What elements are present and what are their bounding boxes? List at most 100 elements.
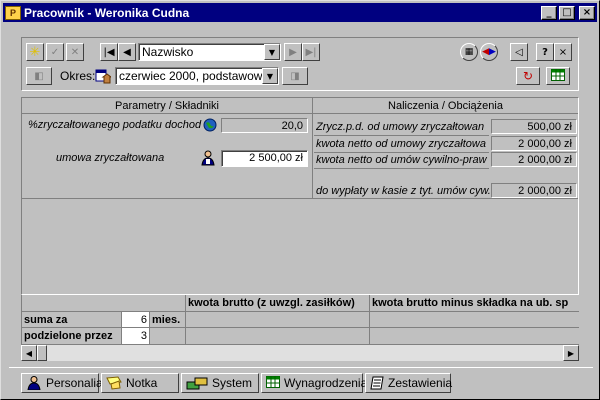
tab-label: Personalia xyxy=(46,376,103,390)
summary-grid: kwota brutto (z uwzgl. zasiłków) kwota b… xyxy=(21,295,579,345)
tax-percent-value: 20,0 xyxy=(221,118,308,133)
grid-divisor-input[interactable]: 3 xyxy=(122,328,150,345)
app-icon[interactable]: P xyxy=(5,5,21,20)
grid-cell[interactable] xyxy=(186,312,370,328)
tab-notka[interactable]: Notka xyxy=(101,373,179,393)
help-button[interactable]: ? xyxy=(536,43,554,61)
period-next-button[interactable]: ◨ xyxy=(282,67,308,85)
last-record-button[interactable]: ▶| xyxy=(302,43,320,61)
tab-label: System xyxy=(212,376,253,390)
navigate-arrows-icon: ◀ xyxy=(482,47,489,57)
ok-button[interactable]: ✓ xyxy=(46,43,64,61)
refresh-icon: ↻ xyxy=(522,69,534,83)
toolbar: ✳ ✓ ✕ |◀ ◀ Nazwisko ▼ ▶ ▶| ▦ ◀ ▶ ◁ ? × ◧… xyxy=(21,37,579,91)
sort-field-value: Nazwisko xyxy=(142,45,194,59)
report-icon xyxy=(370,376,384,390)
tab-personalia[interactable]: Personalia xyxy=(21,373,103,393)
calendar-icon: ▦ xyxy=(464,47,474,57)
first-record-button[interactable]: |◀ xyxy=(100,43,118,61)
navigate-button[interactable]: ◀ ▶ xyxy=(480,43,498,61)
period-next-icon: ◨ xyxy=(290,70,300,82)
grid-row-divide-label: podzielone przez xyxy=(22,328,122,345)
period-prev-button[interactable]: ◧ xyxy=(26,67,52,85)
person-icon xyxy=(26,376,42,391)
left-panel-header: Parametry / Składniki xyxy=(22,98,312,114)
maximize-button[interactable]: □ xyxy=(559,5,575,20)
last-record-icon: ▶| xyxy=(305,46,317,58)
grid-corner xyxy=(22,295,186,312)
tab-label: Wynagrodzenia xyxy=(284,376,368,390)
spreadsheet-button[interactable] xyxy=(546,67,570,85)
next-record-icon: ▶ xyxy=(289,46,297,58)
tab-system[interactable]: System xyxy=(181,373,259,393)
contract-amount-input[interactable]: 2 500,00 zł xyxy=(221,150,308,167)
spreadsheet-icon xyxy=(551,68,565,84)
grid-cell[interactable] xyxy=(370,328,579,345)
period-value: czerwiec 2000, podstawowy xyxy=(119,69,262,83)
star-icon: ✳ xyxy=(29,44,41,60)
grid-cell[interactable] xyxy=(186,328,370,345)
cash-payout-value: 2 000,00 zł xyxy=(491,183,577,198)
minimize-button[interactable]: _ xyxy=(541,5,557,20)
grid-cell[interactable] xyxy=(370,312,579,328)
x-icon: ✕ xyxy=(70,46,80,58)
note-icon xyxy=(106,376,122,390)
grid-divisor-unit xyxy=(150,328,186,345)
scroll-left-icon[interactable]: ◀ xyxy=(21,345,37,361)
main-window: P Pracownik - Weronika Cudna _ □ × ✳ ✓ ✕… xyxy=(0,0,600,400)
grid-row-sum-label: suma za xyxy=(22,312,122,328)
cancel-button[interactable]: ✕ xyxy=(66,43,84,61)
checkmark-icon: ✓ xyxy=(50,46,60,58)
cash-payout-label: do wypłaty w kasie z tyt. umów cyw. xyxy=(316,185,491,197)
grid-col1-header[interactable]: kwota brutto (z uwzgl. zasiłków) xyxy=(186,295,370,312)
tax-contract-value: 500,00 zł xyxy=(491,119,577,134)
contract-label: umowa zryczałtowana xyxy=(56,152,165,164)
scroll-thumb[interactable] xyxy=(37,345,47,361)
tab-zestawienia[interactable]: Zestawienia xyxy=(365,373,453,393)
globe-icon[interactable] xyxy=(203,118,217,132)
chevron-down-icon[interactable]: ▼ xyxy=(264,44,280,60)
refresh-button[interactable]: ↻ xyxy=(516,67,540,85)
tax-contract-label: Zrycz.p.d. od umowy zryczałtowan xyxy=(316,121,485,133)
person-icon[interactable] xyxy=(200,150,216,166)
next-record-button[interactable]: ▶ xyxy=(284,43,302,61)
back-arrow-icon: ◁ xyxy=(515,46,523,58)
grid-months-unit: mies. xyxy=(150,312,186,328)
grid-col2-header[interactable]: kwota brutto minus składka na ub. sp xyxy=(370,295,579,312)
net-civil-value: 2 000,00 zł xyxy=(491,152,577,167)
window-title: Pracownik - Weronika Cudna xyxy=(24,5,190,20)
help-icon: ? xyxy=(542,46,548,58)
horizontal-scrollbar[interactable]: ◀ ▶ xyxy=(21,345,579,361)
net-civil-label: kwota netto od umów cywilno-praw xyxy=(316,154,487,166)
title-bar[interactable]: P Pracownik - Weronika Cudna _ □ × xyxy=(3,3,597,22)
net-contract-label: kwota netto od umowy zryczałtowa xyxy=(316,138,486,150)
calendar-button[interactable]: ▦ xyxy=(460,43,478,61)
scroll-right-icon[interactable]: ▶ xyxy=(563,345,579,361)
new-record-button[interactable]: ✳ xyxy=(26,43,44,61)
prev-record-button[interactable]: ◀ xyxy=(118,43,136,61)
payroll-icon xyxy=(266,376,280,390)
sort-field-select[interactable]: Nazwisko ▼ xyxy=(138,43,281,61)
prev-record-icon: ◀ xyxy=(123,46,131,58)
close-icon: × xyxy=(558,46,568,58)
tab-wynagrodzenia[interactable]: Wynagrodzenia xyxy=(261,373,367,393)
close-button[interactable]: × xyxy=(579,5,595,20)
tab-label: Notka xyxy=(126,376,158,390)
system-icon xyxy=(186,376,208,390)
right-panel-header: Naliczenia / Obciążenia xyxy=(313,98,578,114)
toolbar-close-button[interactable]: × xyxy=(554,43,572,61)
period-prev-icon: ◧ xyxy=(34,70,44,82)
tax-percent-label: %zryczałtowanego podatku dochod xyxy=(28,119,202,131)
tab-bar: Personalia Notka System Wynagrodzenia Ze… xyxy=(21,373,453,395)
period-select[interactable]: czerwiec 2000, podstawowy ▼ xyxy=(115,67,279,85)
calendar-home-icon xyxy=(95,68,113,84)
first-record-icon: |◀ xyxy=(103,46,115,58)
parameters-panel: Parametry / Składniki Naliczenia / Obcią… xyxy=(21,97,579,295)
tab-label: Zestawienia xyxy=(388,376,453,390)
period-label: Okres: xyxy=(60,69,96,83)
panel-separator xyxy=(312,98,313,198)
net-contract-value: 2 000,00 zł xyxy=(491,136,577,151)
chevron-down-icon[interactable]: ▼ xyxy=(262,68,278,84)
back-button[interactable]: ◁ xyxy=(510,43,528,61)
grid-months-input[interactable]: 6 xyxy=(122,312,150,328)
